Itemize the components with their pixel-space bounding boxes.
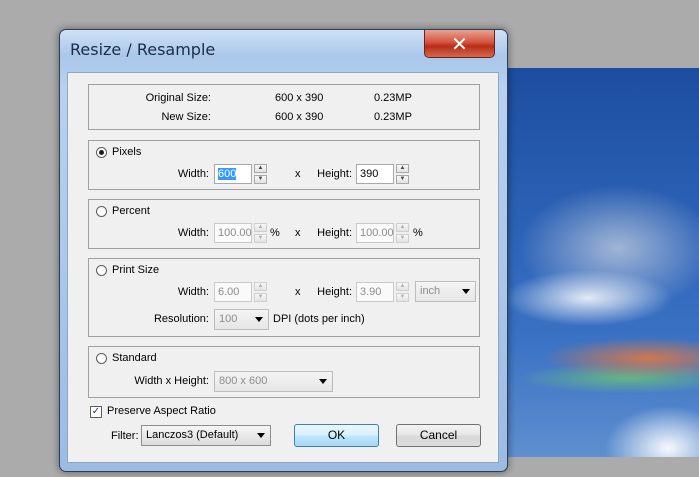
spin-down-icon[interactable]: ▼ [396,293,409,302]
checkmark-icon: ✓ [91,406,101,417]
spin-up-icon[interactable]: ▲ [254,223,267,232]
pixels-width-spinner[interactable]: ▲ ▼ [254,164,267,184]
pixels-width-input[interactable]: 600 [214,164,252,184]
pixels-width-value: 600 [218,168,237,180]
close-icon: ✕ [451,31,468,56]
size-info-panel: Original Size: 600 x 390 0.23MP New Size… [88,84,480,130]
percent-height-input[interactable]: 100.00 [356,223,394,243]
spin-up-icon[interactable]: ▲ [254,282,267,291]
resolution-label: Resolution: [153,313,209,325]
print-width-input[interactable]: 6.00 [214,282,252,302]
pixels-height-spinner[interactable]: ▲ ▼ [396,164,409,184]
dpi-label: DPI (dots per inch) [273,313,365,325]
print-height-spinner[interactable]: ▲ ▼ [396,282,409,302]
pixels-x-separator: x [295,168,301,180]
pixels-label: Pixels [112,146,142,158]
percent-width-spinner[interactable]: ▲ ▼ [254,223,267,243]
standard-panel: Standard Width x Height: 800 x 600 [88,346,480,398]
spin-down-icon[interactable]: ▼ [254,293,267,302]
background-sky-photo [498,68,699,457]
spin-up-icon[interactable]: ▲ [254,164,267,173]
pixels-width-label: Width: [177,168,209,180]
print-height-value: 3.90 [360,286,382,298]
print-width-value: 6.00 [218,286,240,298]
spin-down-icon[interactable]: ▼ [396,175,409,184]
percent-width-value: 100.00 [218,227,252,239]
print-width-spinner[interactable]: ▲ ▼ [254,282,267,302]
percent-width-unit: % [270,227,280,239]
ok-button[interactable]: OK [294,424,379,447]
filter-select[interactable]: Lanczos3 (Default) [141,425,271,446]
percent-height-value: 100.00 [360,227,394,239]
pixels-panel: Pixels Width: 600 ▲ ▼ x Height: 390 ▲ ▼ [88,140,480,190]
standard-size-value: 800 x 600 [219,375,268,387]
resize-dialog: Resize / Resample ✕ Original Size: 600 x… [59,29,508,472]
resolution-select[interactable]: 100 [214,309,269,330]
new-size-mp: 0.23MP [374,111,412,123]
cancel-button[interactable]: Cancel [396,424,481,447]
print-size-radio[interactable] [96,265,107,276]
percent-radio[interactable] [96,206,107,217]
chevron-down-icon [462,289,470,294]
percent-height-unit: % [413,227,423,239]
print-height-input[interactable]: 3.90 [356,282,394,302]
percent-panel: Percent Width: 100.00 ▲ ▼ % x Height: 10… [88,199,480,249]
preserve-aspect-label: Preserve Aspect Ratio [107,405,216,417]
standard-size-select[interactable]: 800 x 600 [214,371,333,392]
spin-up-icon[interactable]: ▲ [396,282,409,291]
pixels-height-input[interactable]: 390 [356,164,394,184]
dialog-body: Original Size: 600 x 390 0.23MP New Size… [67,72,499,463]
print-unit-select[interactable]: inch [415,281,476,302]
preserve-aspect-checkbox[interactable]: ✓ [90,406,102,418]
pixels-height-label: Height: [317,168,352,180]
print-unit-value: inch [420,285,441,297]
print-width-label: Width: [177,286,209,298]
pixels-radio[interactable] [96,147,107,158]
pixels-height-value: 390 [360,168,379,180]
print-height-label: Height: [317,286,352,298]
filter-label: Filter: [111,430,139,442]
percent-x-separator: x [295,227,301,239]
new-size-dims: 600 x 390 [275,111,324,123]
print-x-separator: x [295,286,301,298]
spin-up-icon[interactable]: ▲ [396,164,409,173]
spin-down-icon[interactable]: ▼ [396,234,409,243]
standard-label: Standard [112,352,157,364]
chevron-down-icon [255,317,263,322]
resolution-value: 100 [219,313,238,325]
percent-width-input[interactable]: 100.00 [214,223,252,243]
original-size-mp: 0.23MP [374,92,412,104]
dialog-title: Resize / Resample [70,40,216,59]
print-size-panel: Print Size Width: 6.00 ▲ ▼ x Height: 3.9… [88,258,480,337]
filter-value: Lanczos3 (Default) [146,429,239,441]
standard-radio[interactable] [96,353,107,364]
spin-down-icon[interactable]: ▼ [254,234,267,243]
percent-width-label: Width: [177,227,209,239]
new-size-label: New Size: [161,111,211,123]
percent-height-spinner[interactable]: ▲ ▼ [396,223,409,243]
print-size-label: Print Size [112,264,160,276]
percent-height-label: Height: [317,227,352,239]
spin-down-icon[interactable]: ▼ [254,175,267,184]
chevron-down-icon [319,379,327,384]
spin-up-icon[interactable]: ▲ [396,223,409,232]
chevron-down-icon [257,433,265,438]
original-size-label: Original Size: [145,92,211,104]
percent-label: Percent [112,205,150,217]
width-height-label: Width x Height: [134,375,209,387]
close-button[interactable]: ✕ [424,30,495,58]
original-size-dims: 600 x 390 [275,92,324,104]
